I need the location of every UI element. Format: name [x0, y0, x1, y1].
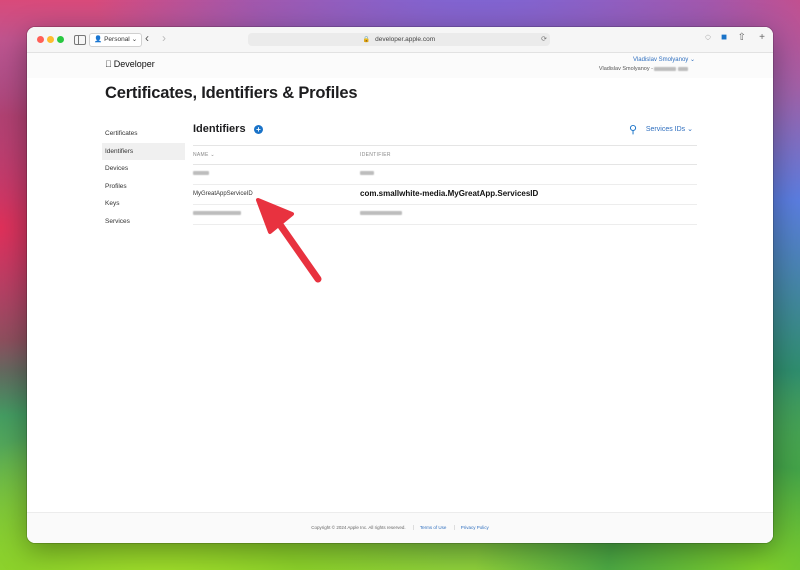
forward-arrow-icon[interactable]: › — [162, 32, 166, 45]
lock-icon: 🔒 — [362, 37, 371, 43]
sidebar-item-identifiers[interactable]: Identifiers — [102, 142, 185, 160]
redacted-team-id — [654, 66, 677, 71]
identifier-column-header: IDENTIFIER — [360, 152, 391, 158]
reload-icon[interactable]: ⟳ — [541, 33, 547, 46]
redacted-name — [193, 211, 241, 217]
redacted-text — [193, 171, 209, 176]
developer-logo[interactable]: Developer — [105, 59, 155, 69]
chevron-down-icon: ⌄ — [689, 57, 695, 63]
minimize-window-button[interactable] — [47, 36, 54, 43]
team-name: Vladislav Smolyanoy - — [598, 66, 653, 72]
redacted-text — [360, 171, 374, 176]
page-title: Certificates, Identifiers & Profiles — [105, 84, 358, 102]
zoom-window-button[interactable] — [57, 36, 64, 43]
profile-label: Personal — [104, 36, 130, 43]
sidebar-item-keys[interactable]: Keys — [105, 195, 185, 213]
terms-link[interactable]: Terms of Use — [412, 525, 447, 530]
sidebar-item-certificates[interactable]: Certificates — [105, 125, 185, 143]
name-column-label: NAME — [193, 152, 209, 158]
redacted-team-id — [678, 66, 688, 71]
sidebar-nav: Certificates Identifiers Devices Profile… — [102, 125, 185, 231]
copyright-text: Copyright © 2024 Apple Inc. All rights r… — [311, 525, 406, 530]
user-name: Vladislav Smolyanoy — [632, 57, 689, 63]
privacy-link[interactable]: Privacy Policy — [453, 525, 489, 530]
section-header: Identifiers + ⚲ Services IDs ⌄ — [193, 120, 697, 140]
redacted-text — [193, 211, 241, 216]
new-tab-icon[interactable]: + — [759, 32, 765, 43]
sidebar-toggle-icon[interactable] — [74, 35, 86, 45]
sidebar-item-services[interactable]: Services — [105, 213, 185, 231]
redacted-name — [193, 171, 209, 177]
table-header: NAME ⌄ IDENTIFIER — [193, 145, 697, 165]
apple-icon:  — [105, 59, 112, 69]
name-column-header[interactable]: NAME ⌄ — [193, 152, 215, 158]
brand-label: Developer — [107, 59, 155, 69]
table-row[interactable] — [193, 205, 697, 225]
add-identifier-button[interactable]: + — [254, 125, 263, 134]
table-row[interactable]: MyGreatAppServiceID com.smallwhite-media… — [193, 185, 697, 205]
close-window-button[interactable] — [37, 36, 44, 43]
identifier-type-select[interactable]: Services IDs ⌄ — [646, 125, 693, 133]
redacted-identifier — [360, 171, 374, 177]
browser-toolbar: 👤 Personal ⌄ ‹ › 🔒 developer.apple.com ⟳… — [27, 27, 773, 53]
search-icon[interactable]: ⚲ — [629, 123, 637, 136]
page-footer: Copyright © 2024 Apple Inc. All rights r… — [27, 512, 773, 543]
back-arrow-icon[interactable]: ‹ — [145, 32, 149, 45]
filter-label: Services IDs — [645, 126, 686, 133]
share-icon[interactable]: ⇧ — [738, 32, 746, 43]
identifiers-panel: Identifiers + ⚲ Services IDs ⌄ NAME ⌄ ID… — [193, 120, 697, 225]
chevron-down-icon: ⌄ — [131, 36, 138, 43]
table-row[interactable] — [193, 165, 697, 185]
identifiers-table: NAME ⌄ IDENTIFIER MyGreatAppServiceID co… — [193, 145, 697, 225]
profile-button[interactable]: 👤 Personal ⌄ — [89, 33, 143, 47]
address-bar[interactable]: 🔒 developer.apple.com ⟳ — [248, 33, 550, 46]
sidebar-item-devices[interactable]: Devices — [105, 160, 185, 178]
account-menu[interactable]: Vladislav Smolyanoy ⌄ — [633, 56, 695, 63]
downloads-progress-icon[interactable]: ◌ — [705, 32, 711, 43]
sidebar-item-profiles[interactable]: Profiles — [105, 178, 185, 196]
identifier-name: MyGreatAppServiceID — [193, 191, 253, 197]
chevron-down-icon: ⌄ — [687, 126, 693, 133]
shield-icon[interactable]: ■ — [721, 32, 727, 43]
url-text: developer.apple.com — [375, 36, 436, 43]
section-title: Identifiers — [193, 123, 246, 135]
team-label: Vladislav Smolyanoy - — [599, 66, 688, 72]
browser-window: 👤 Personal ⌄ ‹ › 🔒 developer.apple.com ⟳… — [27, 27, 773, 543]
person-icon: 👤 — [94, 36, 103, 43]
redacted-identifier — [360, 211, 402, 217]
sort-chevron-icon: ⌄ — [210, 152, 215, 158]
identifier-value: com.smallwhite-media.MyGreatApp.Services… — [360, 189, 539, 198]
redacted-text — [360, 211, 402, 216]
site-header: Developer Vladislav Smolyanoy ⌄ Vladisl… — [27, 53, 773, 78]
